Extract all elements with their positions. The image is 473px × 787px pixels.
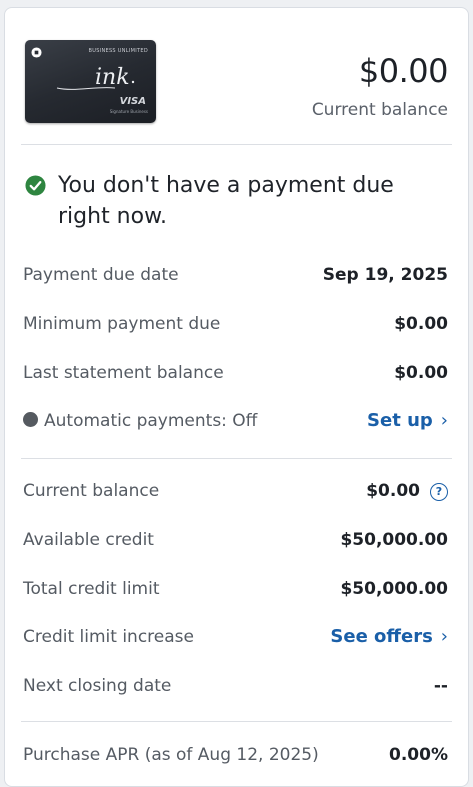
row-label: Payment due date <box>23 265 179 285</box>
row-value: Sep 19, 2025 <box>322 265 448 285</box>
row-value: $50,000.00 <box>340 579 448 599</box>
current-balance-row: Current balance $0.00? <box>23 478 448 506</box>
row-label: Current balance <box>23 481 160 501</box>
autopay-label: Automatic payments: Off <box>44 411 258 431</box>
set-up-autopay-link[interactable]: Set up › <box>367 410 448 431</box>
help-icon[interactable]: ? <box>430 483 448 501</box>
credit-card-image: BUSINESS UNLIMITED ink VISA Signature Bu… <box>25 40 156 123</box>
next-closing-date-row: Next closing date -- <box>23 673 448 701</box>
available-credit-row: Available credit $50,000.00 <box>23 527 448 555</box>
minimum-payment-row: Minimum payment due $0.00 <box>23 311 448 339</box>
total-credit-limit-row: Total credit limit $50,000.00 <box>23 576 448 604</box>
purchase-apr-row: Purchase APR (as of Aug 12, 2025) 0.00% <box>23 742 448 770</box>
current-balance-value: $0.00 <box>366 481 420 501</box>
row-value: $0.00 <box>394 314 448 334</box>
account-summary-card: BUSINESS UNLIMITED ink VISA Signature Bu… <box>4 7 469 787</box>
row-value: $0.00? <box>366 481 448 501</box>
row-label: Available credit <box>23 530 154 550</box>
balance-label: Current balance <box>311 100 448 120</box>
set-up-label: Set up <box>367 410 433 431</box>
payment-notice-text: You don't have a payment due right now. <box>58 173 394 229</box>
row-label: Last statement balance <box>23 363 224 383</box>
divider <box>21 144 452 145</box>
autopay-status: Automatic payments: Off <box>23 411 257 431</box>
chevron-right-icon: › <box>440 626 448 647</box>
row-label: Purchase APR (as of Aug 12, 2025) <box>23 745 319 765</box>
row-label: Next closing date <box>23 676 172 696</box>
row-value: -- <box>433 676 448 696</box>
row-label: Credit limit increase <box>23 627 194 647</box>
svg-text:ink: ink <box>95 65 130 90</box>
see-offers-link[interactable]: See offers › <box>330 626 448 647</box>
autopay-row: Automatic payments: Off Set up › <box>23 408 448 436</box>
last-statement-row: Last statement balance $0.00 <box>23 360 448 388</box>
ink-script-logo: ink <box>56 65 135 90</box>
row-value: $0.00 <box>394 363 448 383</box>
credit-limit-increase-row: Credit limit increase See offers › <box>23 624 448 652</box>
chevron-right-icon: › <box>440 410 448 431</box>
row-value: 0.00% <box>389 745 448 765</box>
visa-logo: VISA <box>119 96 146 107</box>
check-circle-icon <box>25 175 46 196</box>
card-brand-text: BUSINESS UNLIMITED <box>88 48 148 54</box>
status-dot-icon <box>23 412 38 427</box>
balance-amount: $0.00 <box>358 52 449 90</box>
row-label: Total credit limit <box>23 579 160 599</box>
divider <box>21 721 452 722</box>
chase-logo-icon <box>31 47 42 58</box>
divider <box>21 458 452 459</box>
row-value: $50,000.00 <box>340 530 448 550</box>
row-label: Minimum payment due <box>23 314 221 334</box>
see-offers-label: See offers <box>330 626 433 647</box>
visa-subtitle: Signature Business <box>109 109 148 114</box>
payment-due-date-row: Payment due date Sep 19, 2025 <box>23 262 448 290</box>
